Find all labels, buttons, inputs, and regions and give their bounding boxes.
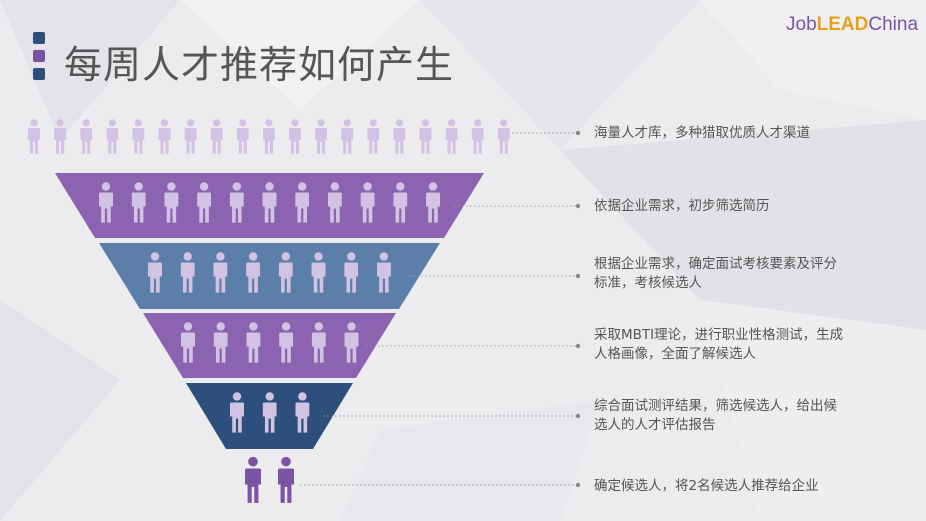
- person-icon: [367, 119, 380, 154]
- person-icon: [158, 119, 171, 154]
- leader-dot: [575, 203, 581, 209]
- candidate-icon: [245, 456, 261, 503]
- stage-2-description: 依据企业需求，初步筛选简历: [594, 198, 770, 214]
- person-icon: [80, 119, 93, 154]
- person-icon: [341, 119, 354, 154]
- person-icon: [236, 119, 249, 154]
- leader-dot: [575, 130, 581, 136]
- stage-5-description: 综合面试测评结果，筛选候选人，给出候 选人的人才评估报告: [594, 398, 837, 433]
- person-icon: [393, 119, 406, 154]
- candidate-icon: [278, 456, 294, 503]
- stage-1-description: 海量人才库，多种猎取优质人才渠道: [594, 125, 810, 141]
- person-icon: [497, 119, 510, 154]
- person-icon: [106, 119, 119, 154]
- leader-dot: [575, 343, 581, 349]
- person-icon: [289, 119, 301, 154]
- person-icon: [262, 119, 275, 154]
- stage-3-description: 根据企业需求，确定面试考核要素及评分 标准，考核候选人: [594, 256, 837, 291]
- person-icon: [132, 119, 145, 154]
- person-icon: [210, 119, 223, 154]
- person-icon: [315, 119, 328, 154]
- leader-dot: [575, 273, 581, 279]
- stage-4-description: 采取MBTI理论，进行职业性格测试，生成 人格画像，全面了解候选人: [594, 327, 844, 362]
- person-icon: [28, 119, 40, 154]
- person-icon: [419, 119, 432, 154]
- person-icon: [184, 119, 197, 154]
- person-icon: [54, 119, 67, 154]
- person-icon: [445, 119, 458, 154]
- stage-6-description: 确定候选人，将2名候选人推荐给企业: [594, 478, 819, 494]
- person-icon: [471, 119, 484, 154]
- leader-dot: [575, 413, 581, 419]
- leader-dot: [575, 482, 581, 488]
